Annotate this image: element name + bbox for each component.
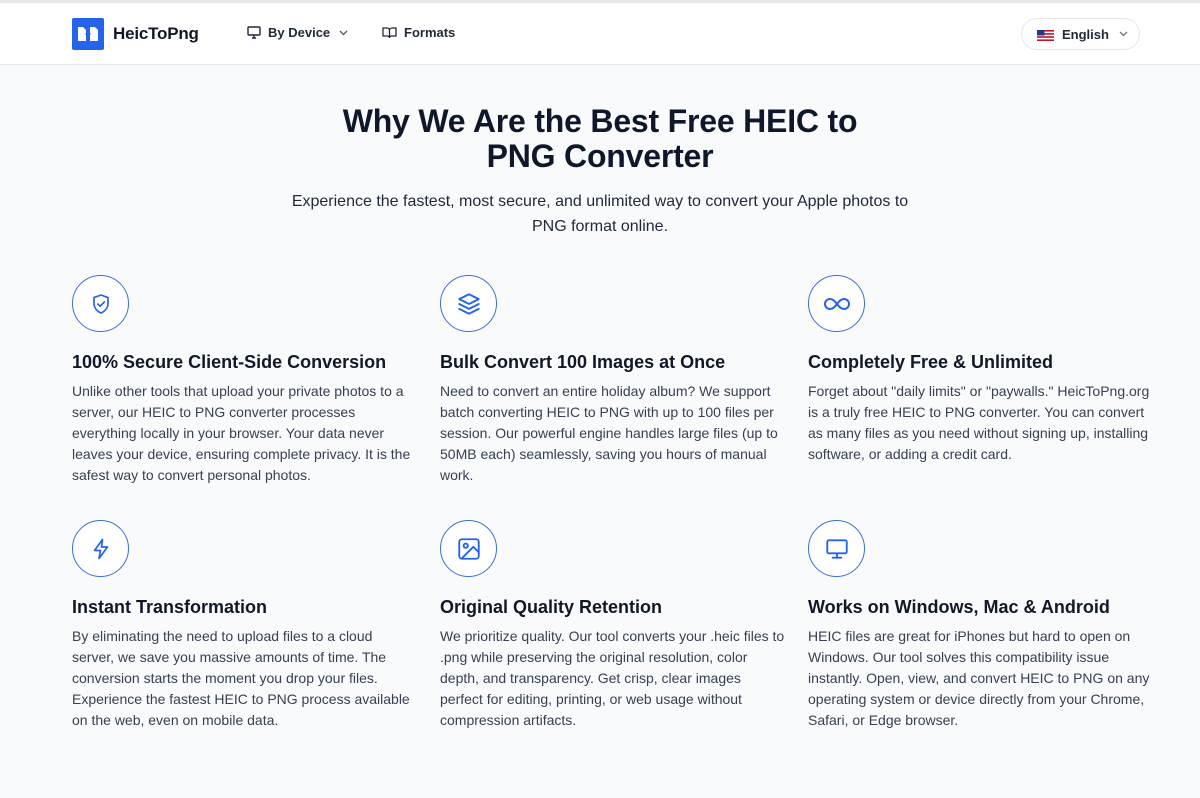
feature-description: By eliminating the need to upload files …: [72, 628, 410, 728]
feature-description: We prioritize quality. Our tool converts…: [440, 628, 785, 728]
monitor-icon: [247, 26, 261, 39]
nav-formats-label: Formats: [404, 25, 456, 40]
feature-title: 100% Secure Client-Side Conversion: [72, 352, 387, 372]
page-title-line-1: Why We Are the Best Free HEIC to: [342, 103, 858, 139]
feature-title: Instant Transformation: [72, 597, 268, 617]
us-flag-icon: [1037, 29, 1054, 41]
page-title-line-2: PNG Converter: [486, 138, 714, 174]
nav-by-device[interactable]: By Device: [247, 25, 348, 40]
brand-name: HeicToPng: [113, 24, 199, 43]
nav-formats[interactable]: Formats: [382, 25, 455, 40]
feature-description: HEIC files are great for iPhones but har…: [808, 628, 1150, 728]
monitor-icon: [808, 520, 865, 577]
feature-card-bulk: Bulk Convert 100 Images at Once Need to …: [440, 275, 785, 486]
lightning-icon: [72, 520, 129, 577]
feature-card-quality: Original Quality Retention We prioritize…: [440, 520, 785, 731]
feature-title: Bulk Convert 100 Images at Once: [440, 352, 726, 372]
feature-title: Original Quality Retention: [440, 597, 663, 617]
feature-title: Works on Windows, Mac & Android: [808, 597, 1110, 617]
site-header: HeicToPng By Device Formats English: [0, 3, 1200, 65]
nav-by-device-label: By Device: [268, 25, 331, 40]
chevron-down-icon: [1119, 31, 1128, 37]
image-icon: [440, 520, 497, 577]
feature-description: Unlike other tools that upload your priv…: [72, 383, 411, 483]
page-subtitle: Experience the fastest, most secure, and…: [270, 189, 930, 239]
convert-logo-icon: [72, 18, 104, 50]
feature-card-instant: Instant Transformation By eliminating th…: [72, 520, 417, 731]
language-label: English: [1062, 26, 1109, 42]
book-open-icon: [382, 26, 397, 39]
infinity-icon: [808, 275, 865, 332]
feature-card-secure: 100% Secure Client-Side Conversion Unlik…: [72, 275, 417, 486]
brand-logo-link[interactable]: HeicToPng: [72, 18, 199, 50]
layers-icon: [440, 275, 497, 332]
chevron-down-icon: [339, 30, 348, 36]
language-selector[interactable]: English: [1021, 18, 1140, 50]
feature-card-free: Completely Free & Unlimited Forget about…: [808, 275, 1153, 465]
feature-title: Completely Free & Unlimited: [808, 352, 1054, 372]
page-subtitle-line-1: Experience the fastest, most secure, and…: [291, 193, 909, 210]
page-subtitle-line-2: PNG format online.: [531, 218, 669, 235]
shield-check-icon: [72, 275, 129, 332]
page-title: Why We Are the Best Free HEIC to PNG Con…: [0, 104, 1200, 174]
feature-description: Forget about "daily limits" or "paywalls…: [808, 383, 1150, 462]
feature-description: Need to convert an entire holiday album?…: [440, 383, 778, 483]
feature-card-cross-platform: Works on Windows, Mac & Android HEIC fil…: [808, 520, 1153, 731]
